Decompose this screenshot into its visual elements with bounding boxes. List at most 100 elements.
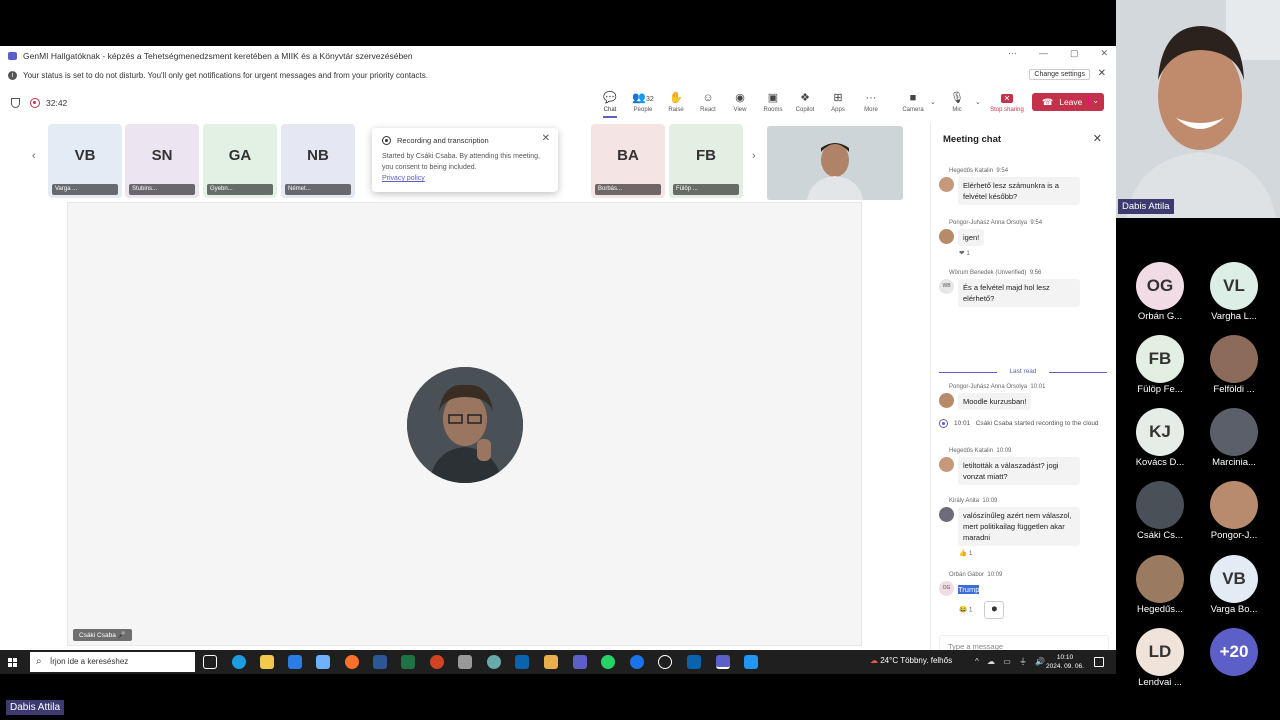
gallery-participant[interactable]: Marcinia... <box>1204 408 1264 468</box>
gallery-participant[interactable]: FB Fülöp Fe... <box>1130 335 1190 395</box>
leave-button[interactable]: ☎ Leave ⌄ <box>1032 93 1104 111</box>
gallery-participant[interactable]: VB Varga Bo... <box>1204 555 1264 615</box>
mic-options-chevron-icon[interactable]: ⌄ <box>975 98 981 106</box>
participant-tile[interactable]: BA Borbás... <box>591 124 665 198</box>
more-options-icon[interactable]: ··· <box>1008 48 1017 59</box>
stop-sharing-icon: ✕ <box>990 91 1024 106</box>
raise-hand-button[interactable]: ✋ Raise <box>661 91 691 118</box>
powerpoint-icon[interactable] <box>430 655 444 669</box>
participant-tile[interactable]: VB Varga ... <box>48 124 122 198</box>
gallery-participant[interactable]: Felföldi ... <box>1204 335 1264 395</box>
recording-toast: Recording and transcription ✕ Started by… <box>372 128 558 192</box>
mic-muted-icon: 🎤 <box>117 632 126 639</box>
participant-tile[interactable]: GA Gyebn... <box>203 124 277 198</box>
strip-prev-icon[interactable]: ‹ <box>32 150 36 162</box>
react-button[interactable]: ☺ React <box>693 91 723 118</box>
strip-next-icon[interactable]: › <box>752 150 756 162</box>
message-compose-box[interactable]: Type a message ✎ ☺ ⌁ ◎ + ➢ <box>939 635 1109 650</box>
teams-active-icon[interactable] <box>716 655 730 669</box>
presenter-video[interactable]: Dabis Attila <box>1116 0 1280 218</box>
copilot-button[interactable]: ❖ Copilot <box>790 91 820 118</box>
reaction-badge[interactable]: 👍 1 <box>959 549 1111 557</box>
close-toast-icon[interactable]: ✕ <box>542 133 550 144</box>
windows-start-icon[interactable] <box>8 657 17 667</box>
avatar: KJ <box>1136 408 1184 456</box>
minimize-button[interactable]: — <box>1039 48 1048 59</box>
leave-options-chevron-icon[interactable]: ⌄ <box>1088 96 1099 105</box>
reaction-badge[interactable]: 😂 1 ⬢ <box>959 601 1111 619</box>
gallery-participant[interactable]: +20 <box>1204 628 1264 677</box>
teams-taskbar-icon[interactable] <box>573 655 587 669</box>
system-tray-icons[interactable]: ^ ☁ ▭ ⏚ 🔊 <box>975 656 1048 667</box>
dismiss-notice-icon[interactable]: ✕ <box>1098 68 1106 79</box>
react-icon: ☺ <box>702 92 714 104</box>
excel-icon[interactable] <box>401 655 415 669</box>
rooms-button[interactable]: ▣ Rooms <box>758 91 788 118</box>
privacy-policy-link[interactable]: Privacy policy <box>382 175 425 182</box>
participant-tile[interactable]: SN Stubins... <box>125 124 199 198</box>
maximize-button[interactable]: ▢ <box>1070 48 1079 59</box>
camera-options-chevron-icon[interactable]: ⌄ <box>930 98 936 106</box>
main-stage[interactable]: Csáki Csaba 🎤 <box>67 202 862 646</box>
gallery-participant[interactable]: VL Vargha L... <box>1204 262 1264 322</box>
participant-name: Stubins... <box>129 184 195 195</box>
notification-center-icon[interactable] <box>1094 657 1104 667</box>
chat-button[interactable]: 💬 Chat <box>595 91 625 118</box>
close-chat-icon[interactable]: ✕ <box>1093 132 1102 145</box>
presenter-bottom-tag: Dabis Attila <box>6 700 65 715</box>
view-icon: ◉ <box>735 92 745 104</box>
camera-button[interactable]: ■ Camera <box>898 91 928 118</box>
calculator-icon[interactable] <box>458 655 472 669</box>
remote-icon[interactable] <box>744 655 758 669</box>
people-icon: 👥32 <box>632 92 654 104</box>
gallery-participant-name: Felföldi ... <box>1213 384 1255 395</box>
shield-icon[interactable] <box>11 98 20 108</box>
gallery-participant[interactable]: Csáki Cs... <box>1130 481 1190 541</box>
gallery-participant[interactable]: KJ Kovács D... <box>1130 408 1190 468</box>
edge-icon[interactable] <box>232 655 246 669</box>
participant-tile[interactable]: NB Német... <box>281 124 355 198</box>
copilot-action-icon[interactable]: ⬢ <box>984 601 1005 619</box>
change-settings-button[interactable]: Change settings <box>1029 69 1090 80</box>
taskbar-search-input[interactable]: Írjon ide a kereséshez <box>30 652 195 672</box>
explorer-icon[interactable] <box>544 655 558 669</box>
reaction-badge[interactable]: ❤ 1 <box>959 249 1111 257</box>
outlook-icon[interactable] <box>515 655 529 669</box>
chat-message: Király Anita 10:09 valószínűleg azért ne… <box>939 498 1111 557</box>
firefox-icon[interactable] <box>345 655 359 669</box>
recording-icon <box>382 136 391 145</box>
gallery-participant[interactable]: Pongor-J... <box>1204 481 1264 541</box>
avatar: VL <box>1210 262 1258 310</box>
outlook-new-icon[interactable] <box>687 655 701 669</box>
gallery-participant-name: Fülöp Fe... <box>1137 384 1183 395</box>
store-icon[interactable] <box>260 655 274 669</box>
gallery-participant[interactable]: OG Orbán G... <box>1130 262 1190 322</box>
mic-icon: 🎙 <box>950 92 964 104</box>
copilot-icon: ❖ <box>800 92 810 104</box>
settings-icon[interactable] <box>487 655 501 669</box>
whatsapp-icon[interactable] <box>601 655 615 669</box>
self-video-tile[interactable] <box>767 126 903 200</box>
more-button[interactable]: ··· More <box>856 91 886 118</box>
view-button[interactable]: ◉ View <box>725 91 755 118</box>
taskbar-clock[interactable]: 10:10 2024. 09. 06. <box>1046 653 1084 671</box>
close-window-button[interactable]: ✕ <box>1100 48 1108 59</box>
browser-icon[interactable] <box>630 655 644 669</box>
word-icon[interactable] <box>373 655 387 669</box>
meeting-chat-panel: Meeting chat ✕ Hegedűs Katalin 9:54 Elér… <box>930 122 1116 650</box>
people-button[interactable]: 👥32 People <box>628 91 658 118</box>
gallery-participant-name: Orbán G... <box>1137 311 1183 322</box>
apps-button[interactable]: ⊞ Apps <box>823 91 853 118</box>
mail-icon[interactable] <box>288 655 302 669</box>
app-icon[interactable] <box>316 655 330 669</box>
stop-sharing-button[interactable]: ✕ Stop sharing <box>990 91 1024 118</box>
weather-widget[interactable]: ☁ 24°C Többny. felhős <box>870 656 952 665</box>
gallery-participant[interactable]: LD Lendvai ... <box>1130 628 1190 688</box>
mic-button[interactable]: 🎙 Mic <box>942 91 972 118</box>
gallery-participant[interactable]: Hegedűs... <box>1130 555 1190 615</box>
presenter-name-tag: Dabis Attila <box>1118 199 1174 214</box>
message-input[interactable]: Type a message <box>948 642 1003 650</box>
media-player-icon[interactable] <box>658 655 672 669</box>
task-view-icon[interactable] <box>203 655 217 669</box>
participant-tile[interactable]: FB Fülöp ... <box>669 124 743 198</box>
